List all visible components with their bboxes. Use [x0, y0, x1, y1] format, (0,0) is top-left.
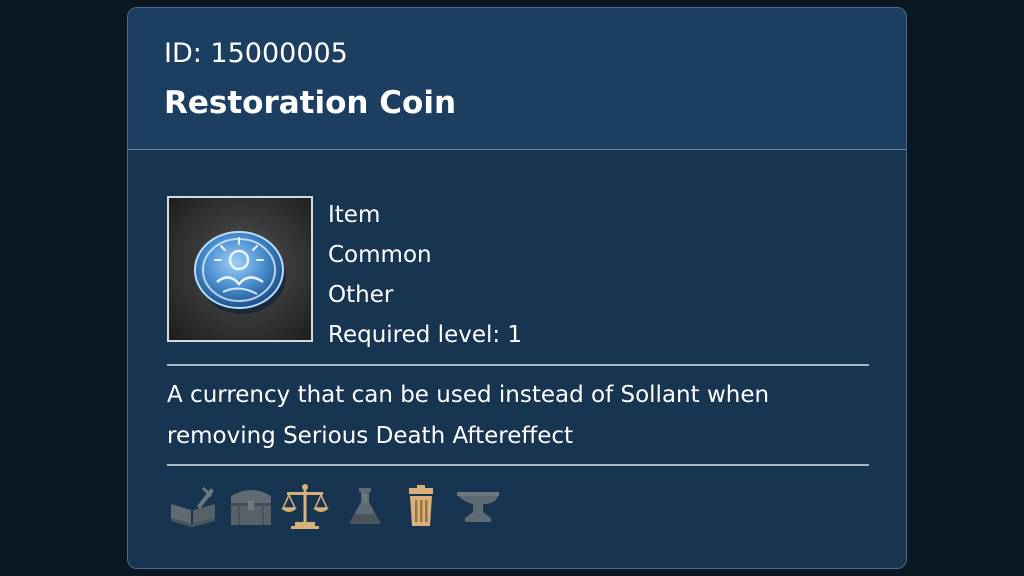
item-rarity: Common: [328, 242, 432, 268]
crafting-book-icon[interactable]: [167, 482, 219, 530]
item-id: ID: 15000005: [164, 38, 348, 69]
restoration-coin-icon: [167, 196, 313, 342]
trash-can-icon[interactable]: [395, 482, 447, 530]
item-name: Restoration Coin: [164, 85, 457, 121]
item-required-level: Required level: 1: [328, 322, 523, 348]
item-type: Item: [328, 202, 381, 228]
anvil-icon[interactable]: [453, 482, 505, 530]
divider-bottom: [167, 464, 869, 466]
item-tooltip-card: ID: 15000005 Restoration Coin Item Commo…: [127, 7, 907, 569]
alchemy-flask-icon[interactable]: [339, 482, 391, 530]
item-header: ID: 15000005 Restoration Coin: [128, 8, 906, 150]
item-description: A currency that can be used instead of S…: [167, 382, 770, 449]
trade-scales-icon[interactable]: [279, 482, 331, 530]
item-category: Other: [328, 282, 394, 308]
storage-chest-icon[interactable]: [225, 482, 277, 530]
divider-top: [167, 364, 869, 366]
item-properties: Item Common Other Required level: 1: [328, 195, 522, 355]
